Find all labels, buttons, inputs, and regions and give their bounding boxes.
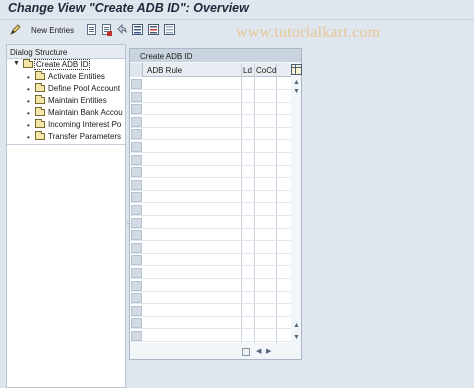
table-row[interactable] (130, 229, 291, 242)
dialog-structure-pane: Dialog Structure ▼ Create ADB ID • Activ… (6, 44, 126, 388)
row-selector[interactable] (131, 268, 142, 278)
tree-item-label: Activate Entities (48, 72, 105, 81)
open-folder-icon (23, 59, 33, 68)
table-row[interactable] (130, 191, 291, 204)
toolbar: New Entries (0, 20, 474, 40)
table-row[interactable] (130, 317, 291, 330)
table-row[interactable] (130, 305, 291, 317)
folder-icon (35, 107, 45, 116)
table-row[interactable] (130, 280, 291, 292)
deselect-all-icon[interactable] (164, 24, 175, 35)
table-row[interactable] (130, 179, 291, 191)
table-row[interactable] (130, 91, 291, 103)
copy-icon[interactable] (86, 24, 97, 35)
table-header-row: ADB Rule Ld CoCd (130, 63, 291, 77)
scroll-up-bottom-arrow-icon[interactable]: ▲ (291, 321, 302, 331)
table-row[interactable] (130, 154, 291, 166)
row-selector[interactable] (131, 179, 142, 190)
column-header-adb-rule[interactable]: ADB Rule (147, 66, 182, 75)
row-selector[interactable] (131, 104, 142, 115)
table-row[interactable] (130, 217, 291, 229)
scroll-right-arrow-icon[interactable]: ▶ (266, 347, 271, 357)
scroll-down-arrow-icon[interactable]: ▼ (291, 87, 302, 97)
title-bar: Change View "Create ADB ID": Overview (0, 0, 474, 20)
row-selector[interactable] (131, 318, 142, 329)
new-entries-button[interactable]: New Entries (31, 26, 74, 35)
table-settings-icon[interactable] (291, 64, 302, 75)
row-selector[interactable] (131, 217, 142, 228)
tree-item-create-adb-id[interactable]: ▼ Create ADB ID (7, 59, 125, 71)
select-all-icon[interactable] (132, 24, 143, 35)
row-selector[interactable] (131, 79, 142, 89)
dialog-structure-title: Dialog Structure (10, 48, 68, 57)
undo-icon[interactable] (116, 24, 127, 35)
table-row[interactable] (130, 128, 291, 141)
pane-splitter-handle[interactable]: ⋮ (124, 220, 132, 236)
tree-item-incoming-interest[interactable]: • Incoming Interest Po (7, 119, 125, 131)
tree-item-activate-entities[interactable]: • Activate Entities (7, 71, 125, 83)
horizontal-scrollbar[interactable]: ◀ ▶ (242, 347, 302, 357)
table-panel: Create ADB ID ADB Rule Ld CoCd ▲ ▼ ▲ ▼ ◀… (129, 48, 302, 360)
folder-icon (35, 71, 45, 80)
row-selector[interactable] (131, 293, 142, 304)
row-selector[interactable] (131, 142, 142, 152)
row-selector[interactable] (131, 230, 142, 241)
table-row[interactable] (130, 242, 291, 254)
column-header-cocd[interactable]: CoCd (256, 66, 276, 75)
table-row[interactable] (130, 103, 291, 116)
table-row[interactable] (130, 78, 291, 90)
row-selector[interactable] (131, 242, 142, 253)
scroll-left-arrow-icon[interactable]: ◀ (256, 347, 261, 357)
tree-item-maintain-bank-accounts[interactable]: • Maintain Bank Accou (7, 107, 125, 119)
folder-icon (35, 131, 45, 140)
table-row[interactable] (130, 330, 291, 342)
row-selector[interactable] (131, 205, 142, 215)
row-selector[interactable] (131, 91, 142, 102)
tree-item-define-pool-account[interactable]: • Define Pool Account (7, 83, 125, 95)
expand-arrow-icon[interactable]: ▼ (13, 60, 20, 67)
select-block-icon[interactable] (148, 24, 159, 35)
table-grid: ADB Rule Ld CoCd (130, 63, 291, 343)
table-row[interactable] (130, 254, 291, 267)
tree-item-label: Incoming Interest Po (48, 120, 122, 129)
pen-icon[interactable] (10, 24, 21, 35)
row-selector[interactable] (131, 116, 142, 127)
folder-icon (35, 119, 45, 128)
tree-item-maintain-entities[interactable]: • Maintain Entities (7, 95, 125, 107)
select-all-rows-cell[interactable] (130, 63, 143, 77)
table-row[interactable] (130, 141, 291, 153)
table-row[interactable] (130, 116, 291, 128)
row-selector[interactable] (131, 154, 142, 165)
row-selector[interactable] (131, 167, 142, 178)
folder-icon (35, 95, 45, 104)
table-panel-header: Create ADB ID (130, 49, 301, 62)
delete-icon[interactable] (101, 24, 112, 36)
row-selector[interactable] (131, 280, 142, 291)
table-row[interactable] (130, 267, 291, 279)
row-selector[interactable] (131, 331, 142, 341)
table-row[interactable] (130, 166, 291, 179)
tree-item-label: Maintain Bank Accou (48, 108, 123, 117)
tree-item-transfer-parameters[interactable]: • Transfer Parameters (7, 131, 125, 143)
dialog-structure-tree: ▼ Create ADB ID • Activate Entities • De… (7, 59, 125, 145)
row-selector[interactable] (131, 305, 142, 316)
tree-item-label: Define Pool Account (48, 84, 121, 93)
row-selector[interactable] (131, 255, 142, 266)
folder-icon (35, 83, 45, 92)
page-title: Change View "Create ADB ID": Overview (8, 1, 249, 15)
table-row[interactable] (130, 204, 291, 216)
column-header-ld[interactable]: Ld (243, 66, 252, 75)
scroll-thumb[interactable] (242, 348, 250, 356)
tree-item-label: Transfer Parameters (48, 132, 122, 141)
tree-item-label: Create ADB ID (33, 59, 91, 70)
table-panel-title: Create ADB ID (140, 52, 193, 61)
tree-item-label: Maintain Entities (48, 96, 107, 105)
dialog-structure-header: Dialog Structure (7, 45, 125, 59)
table-row[interactable] (130, 292, 291, 305)
row-selector[interactable] (131, 192, 142, 203)
scroll-down-bottom-arrow-icon[interactable]: ▼ (291, 333, 302, 343)
dialog-structure-empty-area (7, 145, 125, 387)
row-selector[interactable] (131, 129, 142, 140)
